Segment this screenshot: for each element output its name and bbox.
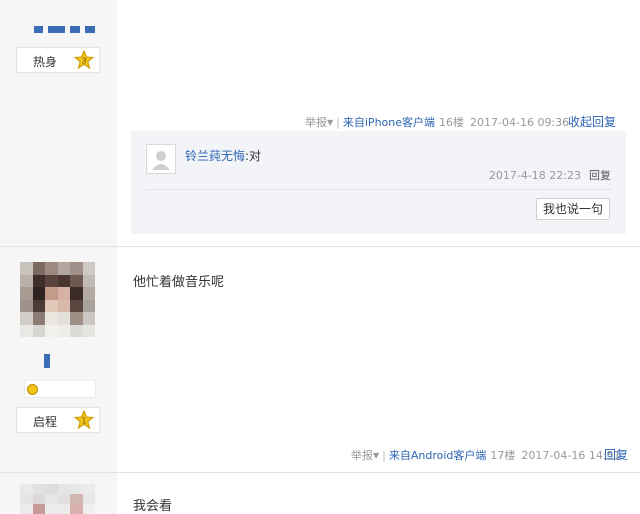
- rank-name: 启程: [33, 415, 58, 429]
- reply-divider: [146, 189, 611, 190]
- post-meta-post2: 举报▼ | 来自Android客户端 17楼 2017-04-16 14:51: [351, 449, 621, 462]
- rank-level: 1: [81, 417, 86, 426]
- star-badge-icon: 1: [74, 410, 94, 430]
- floor-number: 16楼: [439, 116, 465, 129]
- client-source[interactable]: 来自iPhone客户端: [343, 116, 435, 129]
- level-bar: [24, 380, 96, 398]
- avatar-post2[interactable]: [20, 262, 95, 337]
- rank-name: 热身: [33, 55, 58, 69]
- reply-box: 铃兰莼无悔:对 2017-4-18 22:23 回复 我也说一句: [131, 131, 626, 234]
- rank-level: 3: [81, 57, 86, 66]
- dropdown-triangle-icon[interactable]: ▼: [373, 451, 379, 460]
- username-post1[interactable]: [34, 26, 95, 33]
- report-link[interactable]: 举报: [351, 449, 373, 462]
- reply-button-post2[interactable]: 回复: [604, 446, 628, 463]
- reply-avatar[interactable]: [146, 144, 176, 174]
- post-content-post3: 我会看: [133, 499, 173, 514]
- reply-time: 2017-4-18 22:23: [488, 169, 581, 182]
- collapse-reply-button[interactable]: 收起回复: [568, 113, 616, 130]
- username-post2[interactable]: [44, 354, 50, 368]
- post-divider: [0, 246, 640, 247]
- dropdown-triangle-icon[interactable]: ▼: [327, 118, 333, 127]
- reply-button[interactable]: 回复: [589, 169, 611, 182]
- report-link[interactable]: 举报: [305, 116, 327, 129]
- reply-content: :对: [245, 149, 262, 163]
- star-badge-icon: 3: [74, 50, 94, 70]
- reply-text-line: 铃兰莼无悔:对: [185, 147, 261, 164]
- rank-badge-post2[interactable]: 启程 1: [16, 407, 100, 433]
- post-divider: [0, 472, 640, 473]
- say-something-button[interactable]: 我也说一句: [535, 198, 610, 220]
- level-icon: [27, 384, 38, 395]
- rank-badge-post1[interactable]: 热身 3: [16, 47, 100, 73]
- post-date: 2017-04-16 09:36: [470, 116, 570, 129]
- reply-username[interactable]: 铃兰莼无悔: [185, 149, 245, 163]
- avatar-post3[interactable]: [20, 484, 95, 514]
- floor-number: 17楼: [490, 449, 516, 462]
- reply-meta: 2017-4-18 22:23 回复: [489, 167, 611, 183]
- user-sidebar: [0, 0, 117, 514]
- default-avatar-icon: [152, 151, 170, 170]
- post-content-post2: 他忙着做音乐呢: [133, 275, 225, 290]
- client-source[interactable]: 来自Android客户端: [389, 449, 487, 462]
- post-meta-post1: 举报▼ | 来自iPhone客户端 16楼 2017-04-16 09:36: [305, 116, 570, 129]
